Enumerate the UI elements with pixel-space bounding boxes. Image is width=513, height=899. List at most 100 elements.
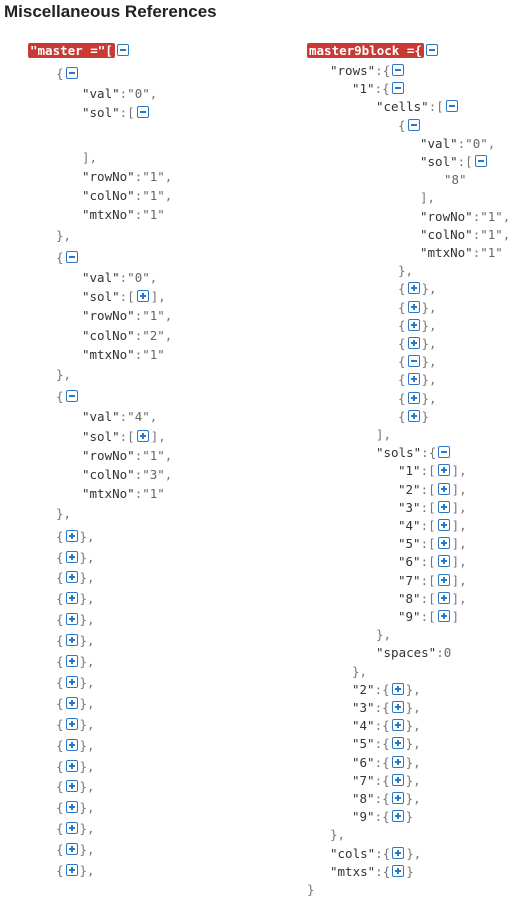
expand-icon[interactable] <box>437 482 450 495</box>
expand-icon[interactable] <box>437 591 450 604</box>
collapse-icon[interactable] <box>391 82 404 95</box>
json-punct: }, <box>79 716 95 732</box>
expand-icon[interactable] <box>437 519 450 531</box>
json-punct: { <box>382 845 391 861</box>
expand-icon[interactable] <box>65 529 78 542</box>
expand-icon[interactable] <box>136 429 149 442</box>
json-punct: { <box>56 695 64 711</box>
expand-icon[interactable] <box>65 550 78 563</box>
expand-icon[interactable] <box>65 843 78 856</box>
expand-icon[interactable] <box>437 610 450 622</box>
expand-icon[interactable] <box>65 655 78 667</box>
expand-icon[interactable] <box>136 290 149 303</box>
expand-icon[interactable] <box>407 300 420 313</box>
expand-icon[interactable] <box>437 573 450 586</box>
json-punct: ], <box>150 289 166 305</box>
json-key: "rowNo" <box>82 169 135 184</box>
row-entry: "8":{}, <box>352 790 421 808</box>
expand-icon[interactable] <box>391 737 404 750</box>
collapse-icon[interactable] <box>136 106 149 119</box>
expand-icon[interactable] <box>65 864 78 876</box>
json-punct: { <box>382 791 390 806</box>
json-punct: , <box>149 270 158 285</box>
json-punct: }, <box>352 663 368 679</box>
json-punct: { <box>382 863 391 879</box>
collapsed-item: {}, <box>56 528 95 546</box>
cell-close: }, <box>398 262 413 280</box>
expand-icon[interactable] <box>407 373 420 386</box>
json-value: "8" <box>444 172 467 188</box>
expand-icon[interactable] <box>65 759 78 772</box>
expand-icon[interactable] <box>391 773 404 786</box>
collapse-icon[interactable] <box>445 100 458 113</box>
json-punct: ], <box>451 536 467 552</box>
json-punct: , <box>164 188 173 204</box>
collapse-icon[interactable] <box>65 67 78 79</box>
expand-icon[interactable] <box>391 701 404 713</box>
expand-icon[interactable] <box>392 864 405 877</box>
expand-icon[interactable] <box>437 537 450 550</box>
row-entry: "5":{}, <box>352 735 421 753</box>
json-punct: { <box>56 779 64 795</box>
collapse-icon[interactable] <box>116 44 129 56</box>
collapse-icon[interactable] <box>65 390 78 403</box>
collapsed-item: {}, <box>56 569 95 587</box>
expand-icon[interactable] <box>65 822 78 835</box>
row-1-key: "1":{ <box>352 80 406 98</box>
collapse-icon[interactable] <box>474 155 487 167</box>
collapse-icon[interactable] <box>65 250 78 263</box>
expand-icon[interactable] <box>407 337 420 349</box>
json-punct: , <box>149 86 158 102</box>
json-punct: }, <box>79 737 95 753</box>
json-value: "3" <box>142 467 165 482</box>
collapse-icon[interactable] <box>438 446 451 459</box>
expand-icon[interactable] <box>65 613 78 626</box>
json-punct: }, <box>421 354 437 370</box>
json-punct: { <box>382 681 390 697</box>
expand-icon[interactable] <box>65 717 78 730</box>
json-punct: : <box>420 463 429 479</box>
expand-icon[interactable] <box>65 780 78 793</box>
expand-icon[interactable] <box>65 634 78 647</box>
collapse-icon[interactable] <box>407 355 420 368</box>
expand-icon[interactable] <box>437 464 450 477</box>
json-value: "1" <box>142 308 165 324</box>
expand-icon[interactable] <box>391 755 404 768</box>
json-punct: { <box>56 842 64 858</box>
collapse-icon[interactable] <box>392 64 405 76</box>
json-key: "mtxNo" <box>420 245 473 260</box>
prop-sol: "sol":[ <box>82 104 151 122</box>
collapse-icon[interactable] <box>425 44 438 56</box>
expand-icon[interactable] <box>407 282 420 295</box>
expand-icon[interactable] <box>391 810 404 823</box>
json-punct: , <box>164 169 173 184</box>
json-key: "val" <box>420 135 458 151</box>
row-entry: "6":{}, <box>352 754 421 772</box>
json-punct: }, <box>405 718 421 734</box>
expand-icon[interactable] <box>391 719 404 732</box>
expand-icon[interactable] <box>391 792 404 804</box>
expand-icon[interactable] <box>407 318 420 331</box>
json-punct: : <box>420 536 429 552</box>
expand-icon[interactable] <box>65 801 78 814</box>
expand-icon[interactable] <box>65 675 78 688</box>
json-key: "sol" <box>82 289 120 305</box>
expand-icon[interactable] <box>391 682 404 695</box>
collapsed-item: {}, <box>56 799 95 817</box>
expand-icon[interactable] <box>65 738 78 751</box>
expand-icon[interactable] <box>407 391 420 404</box>
expand-icon[interactable] <box>65 696 78 709</box>
expand-icon[interactable] <box>392 846 405 859</box>
json-punct: { <box>398 408 406 424</box>
expand-icon[interactable] <box>65 592 78 605</box>
expand-icon[interactable] <box>407 409 420 422</box>
json-key: "2" <box>398 481 421 497</box>
expand-icon[interactable] <box>65 571 78 584</box>
expand-icon[interactable] <box>437 500 450 513</box>
json-punct: [ <box>127 428 135 444</box>
json-punct: : <box>374 754 383 770</box>
json-key: "mtxs" <box>330 863 376 879</box>
json-punct: }, <box>405 681 421 697</box>
expand-icon[interactable] <box>437 555 450 568</box>
collapse-icon[interactable] <box>407 118 420 131</box>
